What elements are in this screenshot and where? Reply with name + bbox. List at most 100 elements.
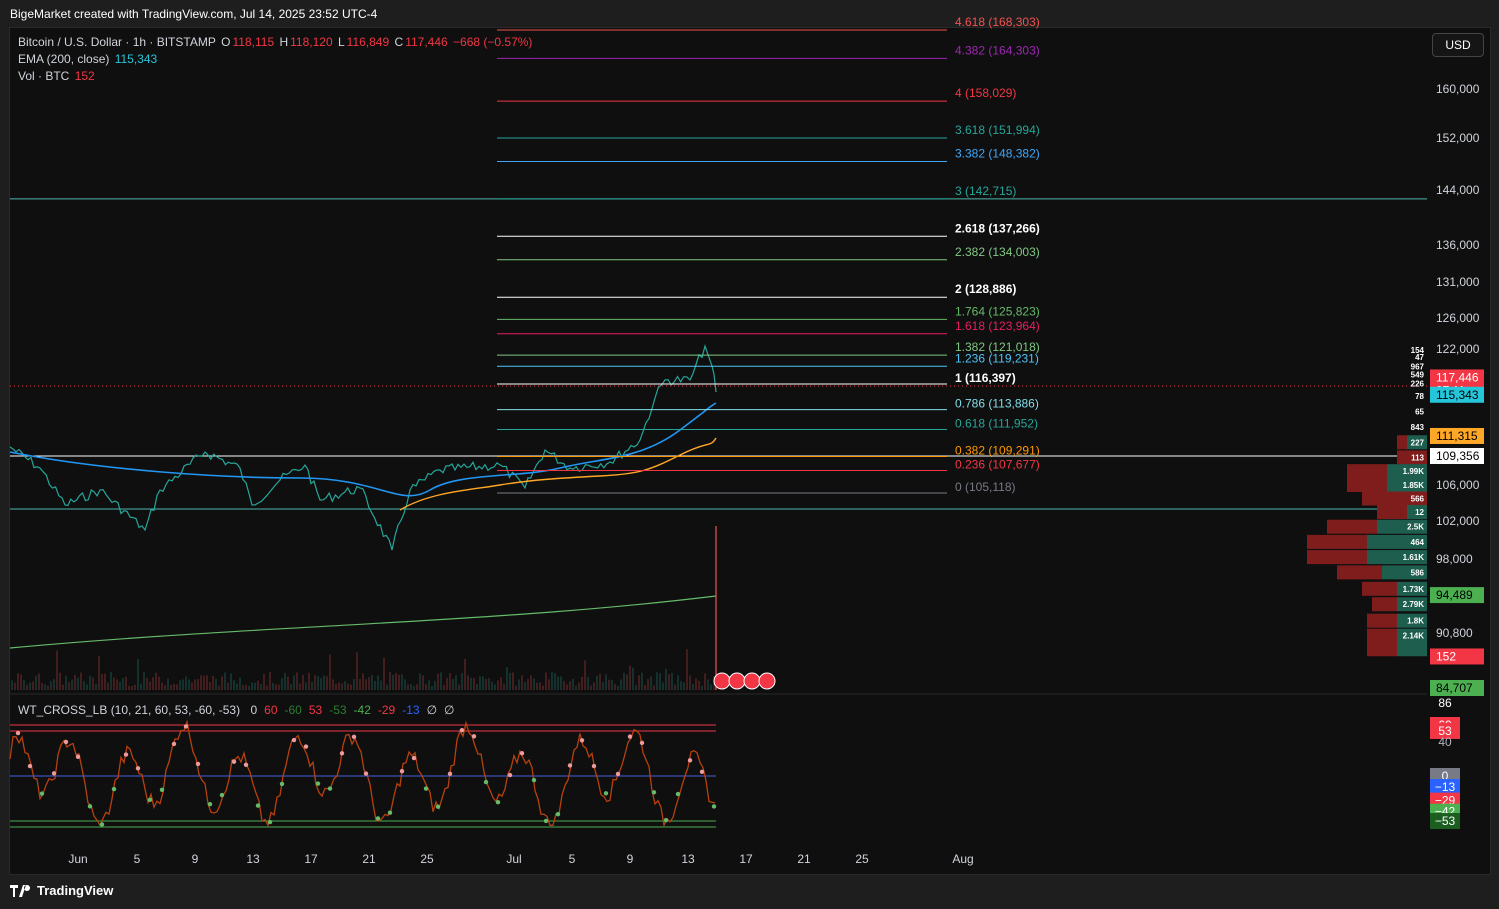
cross-dot [111, 786, 117, 792]
cross-dot [591, 763, 597, 769]
fib-level-label: 4 (158,029) [955, 86, 1016, 100]
cross-dot [195, 761, 201, 767]
cross-dot [315, 781, 321, 786]
cross-dot [399, 768, 405, 774]
time-axis-label: Jul [506, 852, 521, 866]
cross-dot [471, 734, 477, 739]
price-chart[interactable]: 4.618 (168,303) 4.382 (164,303) 4 (158,029… [0, 0, 1499, 909]
volume-profile-label: 78 [1415, 392, 1424, 401]
time-axis-label: 17 [739, 852, 753, 866]
volume-profile-label: 549 [1411, 371, 1425, 380]
cross-dot [531, 777, 537, 783]
time-axis-label: 25 [420, 852, 434, 866]
time-axis-label: 9 [627, 852, 634, 866]
price-axis-label: 144,000 [1436, 183, 1480, 197]
oscillator-legend-value: -60 [284, 703, 302, 717]
price-axis-label: 106,000 [1436, 478, 1480, 492]
cross-dot [543, 818, 549, 824]
cross-dot [51, 771, 57, 776]
volume-profile-bar [1367, 613, 1397, 628]
ema-line [9, 402, 717, 497]
time-axis-label: 5 [569, 852, 576, 866]
cross-dot [699, 769, 705, 774]
fib-level-label: 0.618 (111,952) [955, 416, 1038, 430]
price-tag-label: 152 [1436, 649, 1456, 663]
open-label: O [221, 35, 231, 49]
price-tag-label: 84,707 [1436, 681, 1473, 695]
cross-dot [411, 755, 417, 761]
price-tag-label: 109,356 [1436, 449, 1480, 463]
cross-dot [363, 771, 369, 776]
symbol-name[interactable]: Bitcoin / U.S. Dollar · 1h · BITSTAMP [18, 35, 216, 49]
oscillator-label[interactable]: WT_CROSS_LB (10, 21, 60, 53, -60, -53) [18, 703, 240, 717]
volume-profile-label: 227 [1411, 438, 1425, 447]
price-tag-label: 115,343 [1436, 388, 1479, 402]
cross-dot [615, 771, 621, 777]
open-value: 118,115 [232, 35, 275, 49]
price-axis-label: 160,000 [1436, 82, 1480, 96]
volume-profile-label: 1.85K [1403, 481, 1425, 490]
time-axis-label: 21 [362, 852, 376, 866]
change-value: −668 (−0.57%) [453, 35, 533, 49]
ema-legend[interactable]: EMA (200, close) 115,343 [18, 52, 159, 66]
low-label: L [337, 35, 345, 49]
cross-dot [603, 791, 609, 796]
volume-profile-bar [1367, 628, 1397, 643]
high-value: 118,120 [290, 35, 333, 49]
cross-dot [231, 759, 237, 764]
cross-dot [675, 791, 681, 797]
cross-dot [639, 740, 645, 746]
cross-dot [147, 797, 153, 803]
price-tag-label: 111,315 [1436, 429, 1478, 443]
price-series [9, 343, 717, 551]
fib-level-label: 0.236 (107,677) [955, 458, 1040, 472]
oscillator-axis-label: −13 [1435, 780, 1456, 794]
oscillator-legend[interactable]: WT_CROSS_LB (10, 21, 60, 53, -60, -53) 0… [18, 703, 456, 717]
volume-profile-label: 47 [1415, 353, 1424, 362]
volume-profile-bar [1337, 565, 1382, 580]
high-label: H [279, 35, 289, 49]
tradingview-icon [10, 884, 31, 897]
close-label: C [394, 35, 404, 49]
symbol-legend[interactable]: Bitcoin / U.S. Dollar · 1h · BITSTAMP O1… [18, 35, 534, 49]
volume-profile-label: 12 [1415, 508, 1424, 517]
price-axis-label: 102,000 [1436, 514, 1480, 528]
cross-dot [339, 751, 345, 756]
cross-dot [519, 751, 525, 756]
currency-button[interactable]: USD [1432, 33, 1484, 57]
fib-level-label: 1.236 (119,231) [955, 351, 1039, 365]
cross-dot [87, 804, 93, 809]
cross-dot [351, 734, 357, 739]
footer-brand: TradingView [37, 883, 114, 898]
fib-level-label: 2.618 (137,266) [955, 221, 1040, 235]
cross-dot [651, 790, 657, 795]
price-axis-label: 90,800 [1436, 626, 1473, 640]
volume-label[interactable]: Vol · BTC [18, 69, 69, 83]
cross-dot [447, 771, 453, 776]
ema-label[interactable]: EMA (200, close) [18, 52, 109, 66]
cross-dot [435, 804, 441, 809]
oscillator-legend-value: ∅ [444, 703, 455, 717]
time-axis-label: Jun [68, 852, 87, 866]
cross-dot [219, 792, 225, 798]
volume-profile-bar [1347, 478, 1387, 492]
economic-event-icon [758, 672, 776, 690]
time-axis-label: 9 [192, 852, 199, 866]
fib-level-label: 1.764 (125,823) [955, 304, 1040, 318]
price-axis-label: 131,000 [1436, 275, 1480, 289]
volume-profile-bar [1347, 464, 1387, 479]
volume-legend[interactable]: Vol · BTC 152 [18, 69, 97, 83]
volume-profile-bar [1307, 550, 1367, 565]
volume-profile-label: 226 [1411, 379, 1425, 388]
moving-average-line [399, 437, 717, 511]
volume-profile-bar [1372, 597, 1397, 612]
volume-profile-bar [1327, 519, 1377, 534]
long-moving-average-line [9, 595, 717, 649]
oscillator-legend-value: 0 [250, 703, 258, 717]
cross-dot [39, 791, 45, 796]
volume-profile-bar [1367, 642, 1397, 657]
volume-profile-label: 1.73K [1403, 585, 1425, 594]
economic-event-icon [728, 672, 746, 690]
fib-level-label: 1 (116,397) [955, 371, 1016, 385]
time-axis-label: 21 [797, 852, 811, 866]
